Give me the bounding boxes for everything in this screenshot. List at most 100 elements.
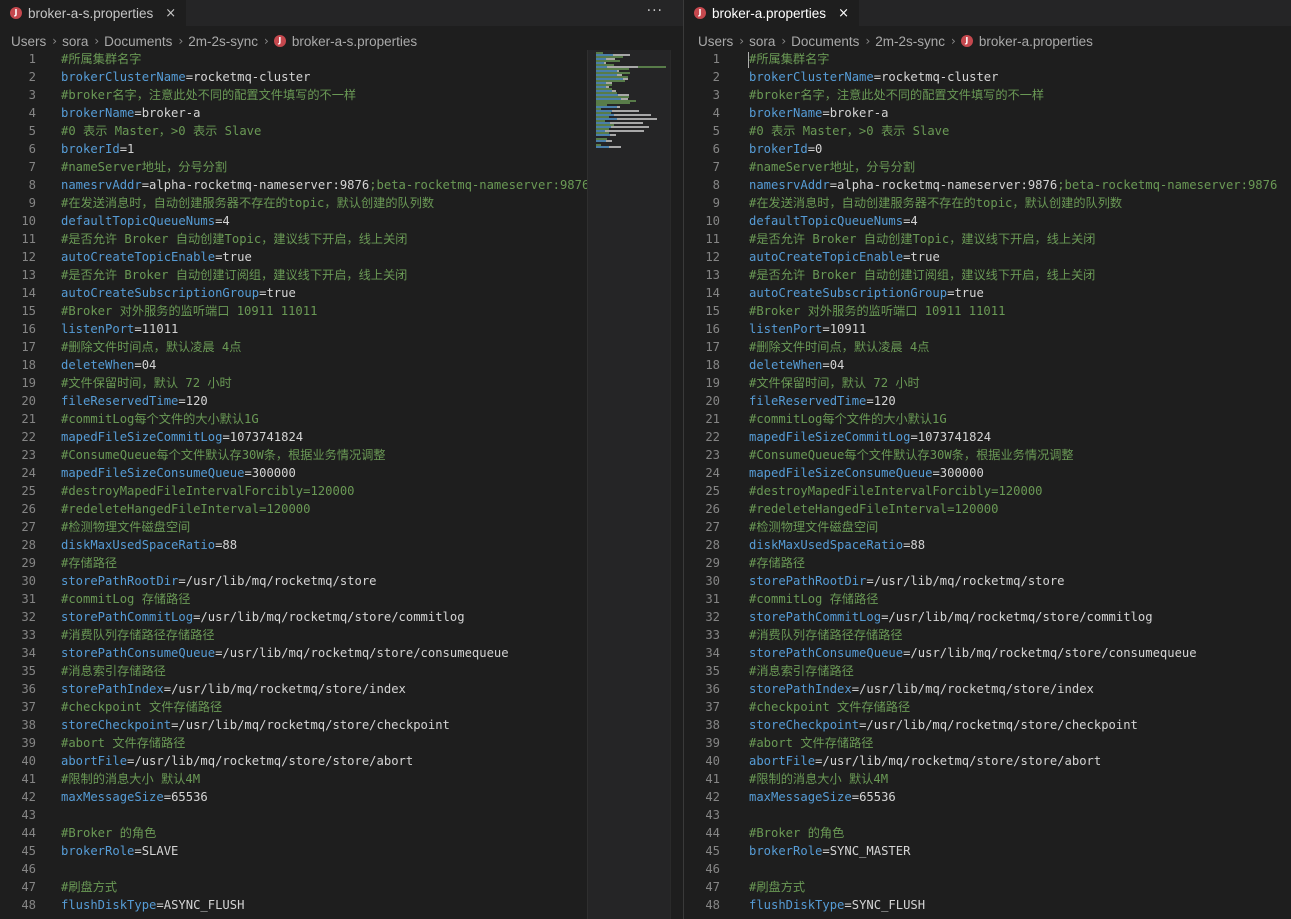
close-icon[interactable]: × <box>165 6 176 21</box>
breadcrumb-folder[interactable]: 2m-2s-sync <box>875 34 945 49</box>
code-line[interactable]: 18 deleteWhen=04 <box>0 356 683 374</box>
code-line[interactable]: 38 storeCheckpoint=/usr/lib/mq/rocketmq/s… <box>0 716 683 734</box>
code-line[interactable]: 36 storePathIndex=/usr/lib/mq/rocketmq/st… <box>684 680 1291 698</box>
code-line[interactable]: 1 #所属集群名字 <box>0 50 683 68</box>
breadcrumb-file[interactable]: broker-a.properties <box>979 34 1093 49</box>
code-line[interactable]: 10 defaultTopicQueueNums=4 <box>684 212 1291 230</box>
code-line[interactable]: 21 #commitLog每个文件的大小默认1G <box>0 410 683 428</box>
code-line[interactable]: 46 <box>0 860 683 878</box>
code-line[interactable]: 30 storePathRootDir=/usr/lib/mq/rocketmq/… <box>684 572 1291 590</box>
code-line[interactable]: 30 storePathRootDir=/usr/lib/mq/rocketmq/… <box>0 572 683 590</box>
code-line[interactable]: 46 <box>684 860 1291 878</box>
code-line[interactable]: 21 #commitLog每个文件的大小默认1G <box>684 410 1291 428</box>
code-line[interactable]: 20 fileReservedTime=120 <box>0 392 683 410</box>
code-line[interactable]: 31 #commitLog 存储路径 <box>684 590 1291 608</box>
code-line[interactable]: 33 #消费队列存储路径存储路径 <box>0 626 683 644</box>
code-line[interactable]: 6 brokerId=1 <box>0 140 683 158</box>
code-line[interactable]: 4 brokerName=broker-a <box>0 104 683 122</box>
code-line[interactable]: 13 #是否允许 Broker 自动创建订阅组，建议线下开启，线上关闭 <box>0 266 683 284</box>
breadcrumb-file[interactable]: broker-a-s.properties <box>292 34 417 49</box>
code-line[interactable]: 23 #ConsumeQueue每个文件默认存30W条，根据业务情况调整 <box>0 446 683 464</box>
code-line[interactable]: 3 #broker名字，注意此处不同的配置文件填写的不一样 <box>684 86 1291 104</box>
code-line[interactable]: 37 #checkpoint 文件存储路径 <box>0 698 683 716</box>
code-line[interactable]: 8 namesrvAddr=alpha-rocketmq-nameserver:9… <box>0 176 683 194</box>
code-line[interactable]: 42 maxMessageSize=65536 <box>0 788 683 806</box>
code-line[interactable]: 36 storePathIndex=/usr/lib/mq/rocketmq/st… <box>0 680 683 698</box>
code-line[interactable]: 44 #Broker 的角色 <box>0 824 683 842</box>
code-line[interactable]: 20 fileReservedTime=120 <box>684 392 1291 410</box>
code-line[interactable]: 31 #commitLog 存储路径 <box>0 590 683 608</box>
code-line[interactable]: 39 #abort 文件存储路径 <box>684 734 1291 752</box>
code-line[interactable]: 7 #nameServer地址，分号分割 <box>0 158 683 176</box>
code-line[interactable]: 29 #存储路径 <box>0 554 683 572</box>
code-line[interactable]: 22 mapedFileSizeCommitLog=1073741824 <box>0 428 683 446</box>
code-line[interactable]: 4 brokerName=broker-a <box>684 104 1291 122</box>
code-line[interactable]: 26 #redeleteHangedFileInterval=120000 <box>684 500 1291 518</box>
code-line[interactable]: 17 #删除文件时间点，默认凌晨 4点 <box>684 338 1291 356</box>
code-line[interactable]: 47 #刷盘方式 <box>684 878 1291 896</box>
code-line[interactable]: 27 #检测物理文件磁盘空间 <box>684 518 1291 536</box>
code-line[interactable]: 18 deleteWhen=04 <box>684 356 1291 374</box>
code-line[interactable]: 25 #destroyMapedFileIntervalForcibly=1200… <box>684 482 1291 500</box>
code-line[interactable]: 47 #刷盘方式 <box>0 878 683 896</box>
code-line[interactable]: 24 mapedFileSizeConsumeQueue=300000 <box>0 464 683 482</box>
code-line[interactable]: 32 storePathCommitLog=/usr/lib/mq/rocketm… <box>684 608 1291 626</box>
code-line[interactable]: 11 #是否允许 Broker 自动创建Topic，建议线下开启，线上关闭 <box>0 230 683 248</box>
breadcrumb-documents[interactable]: Documents <box>791 34 859 49</box>
code-line[interactable]: 6 brokerId=0 <box>684 140 1291 158</box>
code-line[interactable]: 2 brokerClusterName=rocketmq-cluster <box>0 68 683 86</box>
code-line[interactable]: 9 #在发送消息时，自动创建服务器不存在的topic，默认创建的队列数 <box>0 194 683 212</box>
code-line[interactable]: 44 #Broker 的角色 <box>684 824 1291 842</box>
code-line[interactable]: 16 listenPort=10911 <box>684 320 1291 338</box>
code-line[interactable]: 19 #文件保留时间，默认 72 小时 <box>684 374 1291 392</box>
code-line[interactable]: 34 storePathConsumeQueue=/usr/lib/mq/rock… <box>0 644 683 662</box>
tab-broker-a-s-properties[interactable]: J broker-a-s.properties × <box>0 0 188 26</box>
code-line[interactable]: 23 #ConsumeQueue每个文件默认存30W条，根据业务情况调整 <box>684 446 1291 464</box>
code-line[interactable]: 15 #Broker 对外服务的监听端口 10911 11011 <box>684 302 1291 320</box>
code-line[interactable]: 35 #消息索引存储路径 <box>684 662 1291 680</box>
breadcrumb-documents[interactable]: Documents <box>104 34 172 49</box>
code-line[interactable]: 24 mapedFileSizeConsumeQueue=300000 <box>684 464 1291 482</box>
code-line[interactable]: 2 brokerClusterName=rocketmq-cluster <box>684 68 1291 86</box>
breadcrumb-users[interactable]: Users <box>11 34 46 49</box>
code-line[interactable]: 32 storePathCommitLog=/usr/lib/mq/rocketm… <box>0 608 683 626</box>
code-line[interactable]: 13 #是否允许 Broker 自动创建订阅组，建议线下开启，线上关闭 <box>684 266 1291 284</box>
code-line[interactable]: 14 autoCreateSubscriptionGroup=true <box>0 284 683 302</box>
code-line[interactable]: 3 #broker名字，注意此处不同的配置文件填写的不一样 <box>0 86 683 104</box>
code-line[interactable]: 33 #消费队列存储路径存储路径 <box>684 626 1291 644</box>
code-line[interactable]: 16 listenPort=11011 <box>0 320 683 338</box>
code-line[interactable]: 28 diskMaxUsedSpaceRatio=88 <box>0 536 683 554</box>
vertical-scrollbar[interactable] <box>670 50 683 919</box>
code-line[interactable]: 8 namesrvAddr=alpha-rocketmq-nameserver:9… <box>684 176 1291 194</box>
code-line[interactable]: 28 diskMaxUsedSpaceRatio=88 <box>684 536 1291 554</box>
code-line[interactable]: 38 storeCheckpoint=/usr/lib/mq/rocketmq/s… <box>684 716 1291 734</box>
minimap[interactable] <box>587 50 671 919</box>
code-line[interactable]: 48 flushDiskType=ASYNC_FLUSH <box>0 896 683 914</box>
code-line[interactable]: 22 mapedFileSizeCommitLog=1073741824 <box>684 428 1291 446</box>
code-line[interactable]: 5 #0 表示 Master，>0 表示 Slave <box>684 122 1291 140</box>
code-line[interactable]: 12 autoCreateTopicEnable=true <box>684 248 1291 266</box>
code-line[interactable]: 10 defaultTopicQueueNums=4 <box>0 212 683 230</box>
code-line[interactable]: 14 autoCreateSubscriptionGroup=true <box>684 284 1291 302</box>
code-line[interactable]: 26 #redeleteHangedFileInterval=120000 <box>0 500 683 518</box>
code-line[interactable]: 40 abortFile=/usr/lib/mq/rocketmq/store/s… <box>684 752 1291 770</box>
code-line[interactable]: 35 #消息索引存储路径 <box>0 662 683 680</box>
code-line[interactable]: 1 #所属集群名字 <box>684 50 1291 68</box>
code-line[interactable]: 15 #Broker 对外服务的监听端口 10911 11011 <box>0 302 683 320</box>
code-line[interactable]: 45 brokerRole=SYNC_MASTER <box>684 842 1291 860</box>
tab-broker-a-properties[interactable]: J broker-a.properties × <box>684 0 860 26</box>
code-line[interactable]: 7 #nameServer地址，分号分割 <box>684 158 1291 176</box>
code-line[interactable]: 45 brokerRole=SLAVE <box>0 842 683 860</box>
code-line[interactable]: 9 #在发送消息时，自动创建服务器不存在的topic，默认创建的队列数 <box>684 194 1291 212</box>
code-line[interactable]: 40 abortFile=/usr/lib/mq/rocketmq/store/s… <box>0 752 683 770</box>
code-line[interactable]: 34 storePathConsumeQueue=/usr/lib/mq/rock… <box>684 644 1291 662</box>
code-line[interactable]: 41 #限制的消息大小 默认4M <box>0 770 683 788</box>
code-line[interactable]: 19 #文件保留时间，默认 72 小时 <box>0 374 683 392</box>
breadcrumb-sora[interactable]: sora <box>62 34 88 49</box>
code-line[interactable]: 42 maxMessageSize=65536 <box>684 788 1291 806</box>
code-editor[interactable]: 1 #所属集群名字 2 brokerClusterName=rocketmq-clus… <box>0 50 683 919</box>
code-line[interactable]: 43 <box>0 806 683 824</box>
more-actions-icon[interactable]: ··· <box>647 3 663 19</box>
close-icon[interactable]: × <box>838 6 849 21</box>
code-line[interactable]: 5 #0 表示 Master，>0 表示 Slave <box>0 122 683 140</box>
